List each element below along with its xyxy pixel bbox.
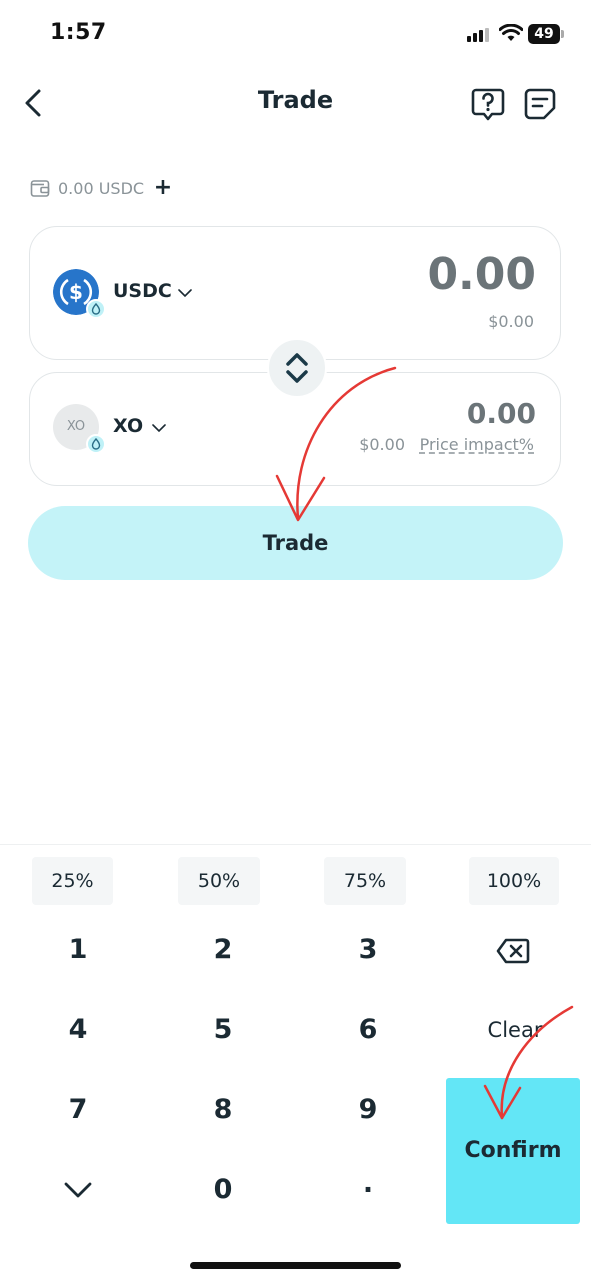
from-token-symbol: USDC — [113, 280, 172, 302]
from-fiat-value: $0.00 — [488, 312, 534, 331]
chevron-down-icon[interactable] — [152, 423, 166, 433]
home-indicator — [190, 1262, 401, 1269]
chevron-down-icon[interactable] — [178, 288, 192, 298]
svg-text:$: $ — [69, 280, 83, 304]
to-token-symbol: XO — [113, 415, 144, 437]
notes-icon[interactable] — [522, 86, 558, 122]
wallet-icon — [30, 180, 50, 197]
key-3[interactable]: 3 — [328, 934, 408, 965]
backspace-icon[interactable] — [496, 937, 530, 965]
percent-50-button[interactable]: 50% — [178, 857, 260, 905]
key-dot[interactable]: . — [328, 1168, 408, 1199]
key-9[interactable]: 9 — [328, 1094, 408, 1125]
wifi-icon — [499, 24, 523, 41]
wallet-balance: 0.00 USDC — [58, 179, 145, 198]
signal-icon — [467, 28, 491, 42]
key-1[interactable]: 1 — [38, 934, 118, 965]
percent-25-button[interactable]: 25% — [32, 857, 113, 905]
battery-level: 49 — [534, 26, 554, 42]
trade-button[interactable]: Trade — [28, 506, 563, 580]
percent-100-button[interactable]: 100% — [469, 857, 559, 905]
key-5[interactable]: 5 — [183, 1014, 263, 1045]
key-6[interactable]: 6 — [328, 1014, 408, 1045]
status-time: 1:57 — [50, 20, 107, 45]
key-7[interactable]: 7 — [38, 1094, 118, 1125]
keypad-divider — [0, 844, 591, 845]
price-impact-link[interactable]: Price impact% — [420, 435, 534, 454]
key-0[interactable]: 0 — [183, 1174, 263, 1205]
drop-badge-icon — [86, 299, 106, 319]
confirm-button[interactable]: Confirm — [446, 1078, 580, 1224]
drop-badge-icon — [86, 434, 106, 454]
to-amount: 0.00 — [466, 397, 536, 430]
plus-icon[interactable]: + — [151, 177, 175, 201]
battery-icon: 49 — [528, 24, 564, 44]
help-icon[interactable] — [470, 86, 506, 122]
from-amount[interactable]: 0.00 — [427, 249, 536, 300]
swap-icon — [286, 353, 308, 383]
swap-button[interactable] — [267, 338, 327, 398]
key-8[interactable]: 8 — [183, 1094, 263, 1125]
to-fiat-value: $0.00 — [359, 435, 405, 454]
keyboard-hide-icon[interactable] — [64, 1181, 92, 1199]
key-2[interactable]: 2 — [183, 934, 263, 965]
key-4[interactable]: 4 — [38, 1014, 118, 1045]
clear-button[interactable]: Clear — [470, 1018, 560, 1042]
percent-75-button[interactable]: 75% — [324, 857, 406, 905]
